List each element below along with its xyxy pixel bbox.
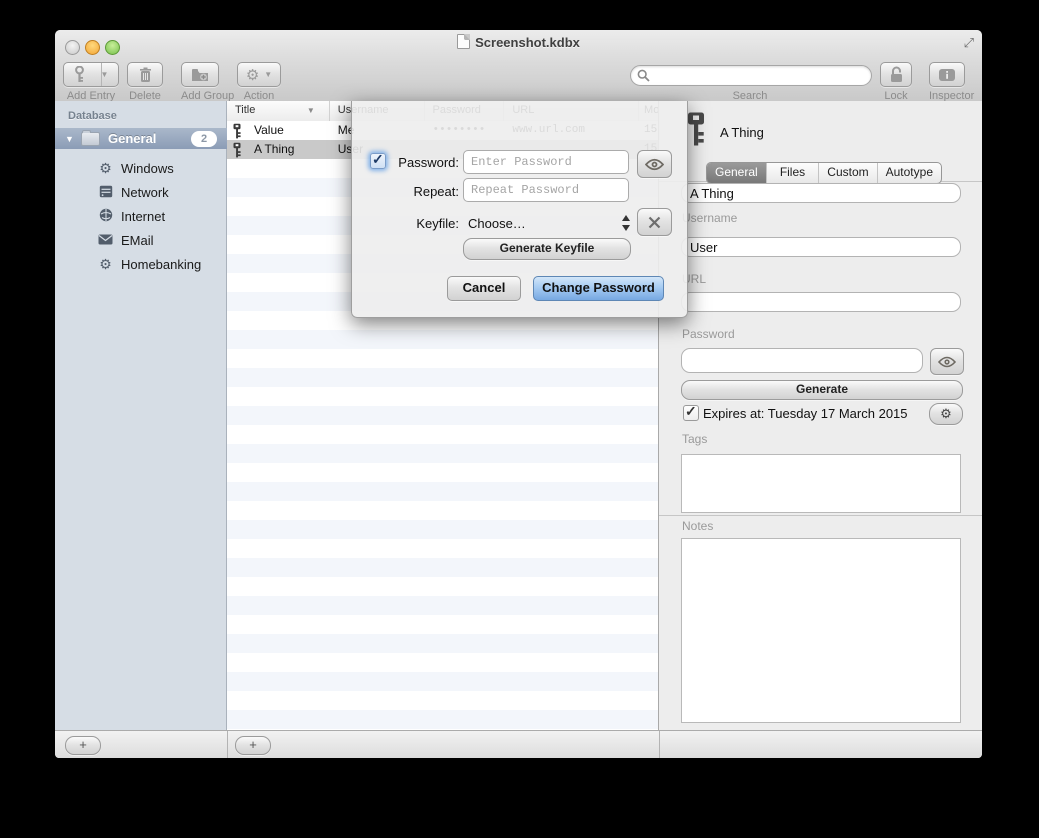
action-button[interactable]: ⚙ ▼ bbox=[237, 62, 281, 87]
sheet-repeat-label: Repeat: bbox=[364, 184, 459, 199]
sheet-repeat-input[interactable] bbox=[463, 178, 629, 202]
folder-icon bbox=[81, 132, 100, 146]
keyfile-popup[interactable]: Choose… bbox=[468, 216, 526, 231]
tab-custom[interactable]: Custom bbox=[819, 163, 877, 183]
delete-button[interactable] bbox=[127, 62, 163, 87]
entry-count-badge: 2 bbox=[191, 131, 217, 147]
sidebar-item-internet[interactable]: Internet bbox=[55, 204, 227, 228]
add-group-button[interactable] bbox=[181, 62, 219, 87]
search-icon bbox=[637, 69, 650, 82]
unlock-icon bbox=[889, 66, 904, 83]
sheet-password-input[interactable] bbox=[463, 150, 629, 174]
sheet-reveal-password-button[interactable] bbox=[637, 150, 672, 178]
lock-button[interactable] bbox=[880, 62, 912, 87]
url-field[interactable] bbox=[681, 292, 961, 312]
gear-icon: ⚙ bbox=[97, 161, 114, 175]
key-icon bbox=[232, 123, 242, 139]
folder-plus-icon bbox=[191, 68, 209, 82]
cancel-button[interactable]: Cancel bbox=[447, 276, 521, 301]
password-field[interactable] bbox=[681, 348, 923, 373]
server-icon bbox=[97, 185, 114, 200]
inspector-group: Inspector bbox=[929, 62, 965, 99]
chevron-down-icon: ▼ bbox=[264, 70, 272, 79]
add-entry-button[interactable]: ▼ bbox=[63, 62, 119, 87]
sort-descending-icon: ▼ bbox=[307, 101, 315, 120]
expires-label: Expires at: Tuesday 17 March 2015 bbox=[703, 406, 908, 421]
tab-files[interactable]: Files bbox=[767, 163, 820, 183]
change-password-button[interactable]: Change Password bbox=[533, 276, 664, 301]
sheet-keyfile-label: Keyfile: bbox=[364, 216, 459, 231]
delete-group: Delete bbox=[127, 62, 163, 99]
clear-keyfile-button[interactable] bbox=[637, 208, 672, 236]
sidebar-group-general[interactable]: ▼ General 2 bbox=[55, 128, 227, 149]
sidebar-item-homebanking[interactable]: ⚙ Homebanking bbox=[55, 252, 227, 276]
app-window: Screenshot.kdbx ⤢ ▼ Add Entry Delete Add… bbox=[55, 30, 982, 758]
eye-icon bbox=[938, 356, 956, 368]
add-group-plus-button[interactable]: + bbox=[65, 736, 101, 755]
inspector-tabs: General Files Custom Autotype bbox=[706, 162, 942, 184]
window-chrome: Screenshot.kdbx ⤢ ▼ Add Entry Delete Add… bbox=[55, 30, 982, 102]
add-entry-group: ▼ Add Entry bbox=[63, 62, 119, 99]
trash-icon bbox=[139, 67, 152, 83]
globe-icon bbox=[97, 208, 114, 224]
username-field[interactable] bbox=[681, 237, 961, 257]
inspector-entry-title: A Thing bbox=[720, 125, 764, 140]
stepper-icon[interactable] bbox=[622, 214, 631, 232]
column-header-title[interactable]: Title▼ bbox=[227, 101, 330, 121]
generate-keyfile-button[interactable]: Generate Keyfile bbox=[463, 238, 631, 260]
sidebar-item-email[interactable]: EMail bbox=[55, 228, 227, 252]
search-input[interactable] bbox=[655, 67, 864, 84]
lock-group: Lock bbox=[880, 62, 912, 99]
document-icon bbox=[457, 34, 470, 49]
desktop: { "window": { "title": "Screenshot.kdbx"… bbox=[0, 0, 1039, 838]
bottom-bar: + + bbox=[55, 730, 982, 758]
username-label: Username bbox=[682, 211, 737, 225]
expires-checkbox[interactable] bbox=[683, 405, 699, 421]
action-group: ⚙ ▼ Action bbox=[237, 62, 281, 99]
sidebar: Database ▼ General 2 ⚙ Windows Network I… bbox=[55, 101, 227, 730]
add-group-group: Add Group bbox=[181, 62, 219, 99]
disclosure-triangle-icon[interactable]: ▼ bbox=[65, 134, 74, 144]
sidebar-group-label: General bbox=[108, 131, 156, 146]
notes-label: Notes bbox=[682, 519, 713, 533]
tab-autotype[interactable]: Autotype bbox=[878, 163, 941, 183]
info-icon bbox=[938, 68, 956, 82]
gear-icon: ⚙ bbox=[97, 257, 114, 271]
change-password-sheet: Password: Repeat: Keyfile: Choose… Gener… bbox=[351, 101, 688, 318]
fullscreen-icon[interactable]: ⤢ bbox=[964, 35, 974, 51]
envelope-icon bbox=[97, 233, 114, 247]
generate-password-button[interactable]: Generate bbox=[681, 380, 963, 400]
gear-icon: ⚙ bbox=[940, 406, 952, 421]
sidebar-item-network[interactable]: Network bbox=[55, 180, 227, 204]
window-title: Screenshot.kdbx bbox=[55, 34, 982, 50]
tab-general[interactable]: General bbox=[707, 163, 767, 183]
sheet-password-label: Password: bbox=[364, 155, 459, 170]
gear-icon: ⚙ bbox=[246, 66, 259, 84]
title-field[interactable] bbox=[681, 183, 961, 203]
sidebar-item-windows[interactable]: ⚙ Windows bbox=[55, 156, 227, 180]
search-field[interactable] bbox=[630, 65, 872, 86]
notes-input[interactable] bbox=[681, 538, 961, 723]
tags-label: Tags bbox=[682, 432, 707, 446]
key-icon bbox=[232, 142, 242, 158]
reveal-password-button[interactable] bbox=[930, 348, 964, 375]
eye-icon bbox=[645, 158, 664, 171]
key-icon bbox=[685, 111, 708, 147]
add-entry-plus-button[interactable]: + bbox=[235, 736, 271, 755]
inspector-panel: A Thing General Files Custom Autotype Us… bbox=[659, 101, 982, 730]
tags-input[interactable] bbox=[681, 454, 961, 513]
key-icon bbox=[74, 66, 85, 83]
password-label: Password bbox=[682, 327, 735, 341]
sidebar-section-header: Database bbox=[68, 110, 117, 122]
inspector-button[interactable] bbox=[929, 62, 965, 87]
close-icon bbox=[648, 216, 661, 229]
expiry-options-button[interactable]: ⚙ bbox=[929, 403, 963, 425]
